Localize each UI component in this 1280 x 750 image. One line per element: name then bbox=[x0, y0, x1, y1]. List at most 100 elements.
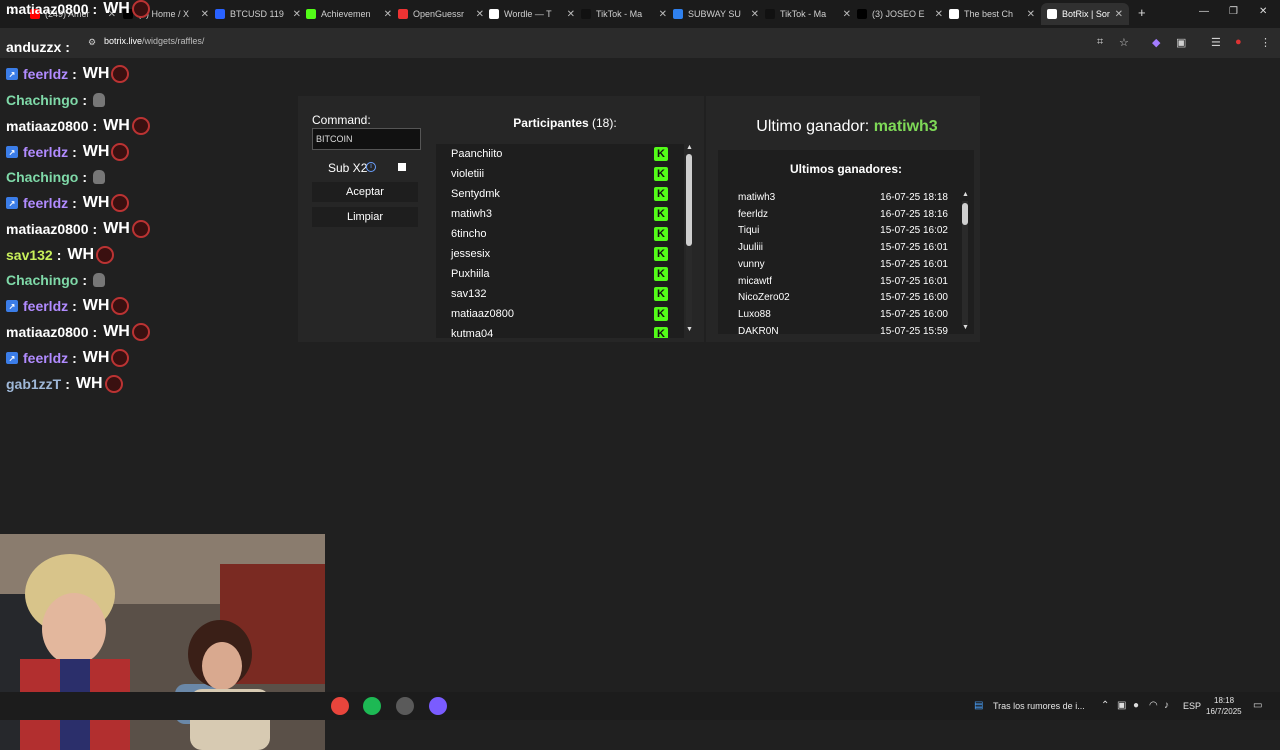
minimize-icon[interactable]: — bbox=[1199, 6, 1209, 17]
browser-tab[interactable]: Wordle — T ✕ bbox=[489, 5, 575, 23]
sub-x2-checkbox[interactable] bbox=[398, 163, 406, 171]
tab-close-icon[interactable]: ✕ bbox=[751, 9, 759, 20]
discord-taskbar-icon[interactable] bbox=[429, 697, 447, 715]
participant-row[interactable]: matiwh3 K bbox=[436, 204, 672, 224]
browser-tab[interactable]: SUBWAY SU ✕ bbox=[673, 5, 759, 23]
bookmark-star-icon[interactable]: ☆ bbox=[1119, 36, 1129, 49]
kick-logo-icon: K bbox=[654, 227, 668, 241]
participant-row[interactable]: sav132 K bbox=[436, 284, 672, 304]
participant-row[interactable]: jessesix K bbox=[436, 244, 672, 264]
tab-close-icon[interactable]: ✕ bbox=[567, 9, 575, 20]
chat-username[interactable]: gab1zzT bbox=[6, 376, 61, 392]
chrome-taskbar-icon[interactable] bbox=[331, 697, 349, 715]
chat-username[interactable]: Chachingo bbox=[6, 92, 78, 108]
info-icon[interactable]: i bbox=[366, 162, 376, 172]
news-ticker[interactable]: Tras los rumores de i... bbox=[993, 701, 1085, 711]
chat-username[interactable]: feerldz bbox=[23, 66, 68, 82]
tab-close-icon[interactable]: ✕ bbox=[384, 9, 392, 20]
participant-row[interactable]: Paanchiito K bbox=[436, 144, 672, 164]
winners-scroll-thumb[interactable] bbox=[962, 203, 968, 225]
news-icon[interactable]: ▤ bbox=[974, 700, 983, 711]
participant-row[interactable]: Sentydmk K bbox=[436, 184, 672, 204]
participant-name: Puxhiila bbox=[451, 268, 490, 280]
url-field[interactable]: botrix.live/widgets/raffles/ bbox=[104, 36, 204, 46]
chat-separator: : bbox=[65, 39, 70, 55]
participant-row[interactable]: violetiii K bbox=[436, 164, 672, 184]
accept-button[interactable]: Aceptar bbox=[312, 182, 418, 202]
chat-username[interactable]: feerldz bbox=[23, 298, 68, 314]
maximize-icon[interactable]: ❐ bbox=[1229, 6, 1238, 17]
notifications-icon[interactable]: ▭ bbox=[1253, 700, 1262, 711]
chat-username[interactable]: matiaaz0800 bbox=[6, 324, 89, 340]
participant-row[interactable]: Puxhiila K bbox=[436, 264, 672, 284]
winner-date: 15-07-25 16:01 bbox=[880, 242, 948, 254]
clock-time[interactable]: 18:18 bbox=[1214, 696, 1234, 705]
chat-username[interactable]: matiaaz0800 bbox=[6, 118, 89, 134]
chat-username[interactable]: Chachingo bbox=[6, 169, 78, 185]
participant-row[interactable]: kutma04 K bbox=[436, 324, 672, 338]
wifi-icon[interactable]: ◠ bbox=[1149, 700, 1158, 711]
chat-separator: : bbox=[82, 272, 88, 288]
chat-message: Chachingo: bbox=[6, 89, 106, 111]
tab-close-icon[interactable]: ✕ bbox=[1115, 9, 1123, 20]
chat-text: WH bbox=[82, 349, 110, 366]
participant-row[interactable]: matiaaz0800 K bbox=[436, 304, 672, 324]
chat-username[interactable]: feerldz bbox=[23, 350, 68, 366]
winners-scroll-up-icon[interactable]: ▲ bbox=[962, 191, 969, 198]
browser-tab[interactable]: OpenGuessr ✕ bbox=[398, 5, 484, 23]
browser-tab[interactable]: (3) JOSEO E ✕ bbox=[857, 5, 943, 23]
chat-username[interactable]: feerldz bbox=[23, 144, 68, 160]
browser-tab[interactable]: The best Ch ✕ bbox=[949, 5, 1035, 23]
browser-tab[interactable]: TikTok - Ma ✕ bbox=[581, 5, 667, 23]
command-input[interactable] bbox=[312, 128, 421, 150]
participants-scroll-thumb[interactable] bbox=[686, 154, 692, 246]
app-taskbar-icon[interactable] bbox=[396, 697, 414, 715]
browser-tab[interactable]: Achievemen ✕ bbox=[306, 5, 392, 23]
chat-username[interactable]: feerldz bbox=[23, 195, 68, 211]
spotify-taskbar-icon[interactable] bbox=[363, 697, 381, 715]
scroll-up-arrow-icon[interactable]: ▲ bbox=[686, 144, 693, 151]
ring-emote-icon bbox=[111, 194, 130, 212]
winner-name: vunny bbox=[738, 258, 765, 270]
menu-kebab-icon[interactable]: ⋮ bbox=[1260, 36, 1271, 49]
extension-icon[interactable]: ◆ bbox=[1152, 36, 1160, 49]
volume-icon[interactable]: ♪ bbox=[1164, 700, 1169, 711]
close-window-icon[interactable]: ✕ bbox=[1259, 6, 1267, 17]
extensions-puzzle-icon[interactable]: ▣ bbox=[1176, 36, 1186, 49]
tab-close-icon[interactable]: ✕ bbox=[293, 9, 301, 20]
tray-app-icon[interactable]: ▣ bbox=[1117, 700, 1126, 711]
profile-avatar-icon[interactable]: ● bbox=[1235, 36, 1242, 48]
chat-username[interactable]: matiaaz0800 bbox=[6, 1, 89, 17]
reading-list-icon[interactable]: ☰ bbox=[1211, 36, 1221, 49]
participant-row[interactable]: 6tincho K bbox=[436, 224, 672, 244]
tab-close-icon[interactable]: ✕ bbox=[843, 9, 851, 20]
participants-scrollbar[interactable] bbox=[686, 154, 692, 330]
language-indicator[interactable]: ESP bbox=[1183, 701, 1201, 711]
tray-overflow-icon[interactable]: ⌃ bbox=[1101, 700, 1109, 711]
browser-tab[interactable]: BotRix | Sor ✕ bbox=[1041, 3, 1129, 25]
clock-date[interactable]: 16/7/2025 bbox=[1206, 707, 1242, 716]
chat-username[interactable]: anduzzx bbox=[6, 39, 61, 55]
microphone-icon[interactable]: ● bbox=[1133, 700, 1139, 711]
chat-username[interactable]: Chachingo bbox=[6, 272, 78, 288]
tab-close-icon[interactable]: ✕ bbox=[1027, 9, 1035, 20]
chat-username[interactable]: matiaaz0800 bbox=[6, 221, 89, 237]
browser-tab[interactable]: BTCUSD 119 ✕ bbox=[215, 5, 301, 23]
new-tab-button[interactable]: + bbox=[1138, 5, 1146, 20]
clear-button[interactable]: Limpiar bbox=[312, 207, 418, 227]
tab-title: Achievemen bbox=[321, 9, 371, 19]
participants-list[interactable]: Paanchiito Kvioletiii K Sentydmk Kmatiwh3 K 6t… bbox=[436, 144, 684, 338]
chat-username[interactable]: sav132 bbox=[6, 247, 53, 263]
tab-close-icon[interactable]: ✕ bbox=[935, 9, 943, 20]
winner-row: micawtf 15-07-25 16:01 bbox=[738, 276, 948, 292]
winners-scrollbar[interactable] bbox=[962, 201, 968, 325]
site-settings-icon[interactable]: ⚙ bbox=[88, 37, 96, 48]
chat-separator: : bbox=[82, 169, 88, 185]
scroll-down-arrow-icon[interactable]: ▼ bbox=[686, 326, 693, 333]
tab-close-icon[interactable]: ✕ bbox=[476, 9, 484, 20]
translate-icon[interactable]: ⌗ bbox=[1097, 36, 1103, 49]
winners-scroll-down-icon[interactable]: ▼ bbox=[962, 324, 969, 331]
tab-close-icon[interactable]: ✕ bbox=[201, 9, 209, 20]
tab-close-icon[interactable]: ✕ bbox=[659, 9, 667, 20]
browser-tab[interactable]: TikTok - Ma ✕ bbox=[765, 5, 851, 23]
